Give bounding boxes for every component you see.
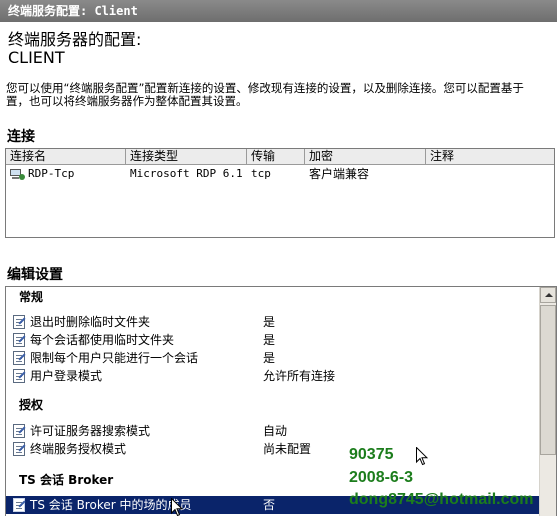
- vertical-scrollbar[interactable]: [539, 287, 556, 516]
- connection-type: Microsoft RDP 6.1: [130, 167, 243, 180]
- property-document-icon: [13, 424, 25, 438]
- setting-row-license-server-discovery[interactable]: 许可证服务器搜索模式 自动: [6, 422, 539, 440]
- setting-value: 否: [263, 498, 276, 512]
- setting-value: 尚未配置: [263, 442, 312, 456]
- setting-label: 用户登录模式: [30, 369, 103, 383]
- setting-row-temp-folder-per-session[interactable]: 每个会话都使用临时文件夹 是: [6, 331, 539, 349]
- network-connection-icon: [9, 168, 25, 180]
- mouse-pointer-icon: [416, 447, 428, 466]
- watermark-number: 90375: [349, 446, 394, 463]
- column-header-comment[interactable]: 注释: [426, 149, 554, 164]
- setting-row-delete-temp-on-exit[interactable]: 退出时删除临时文件夹 是: [6, 313, 539, 331]
- setting-label: 终端服务授权模式: [30, 442, 127, 456]
- scroll-up-arrow-icon[interactable]: [540, 287, 556, 303]
- settings-list: 常规 退出时删除临时文件夹 是 每个会话都使用临时文件夹 是 限制每个用户只能进…: [5, 286, 557, 516]
- setting-label: TS 会话 Broker 中的场的成员: [30, 498, 192, 512]
- mouse-pointer-icon: [171, 498, 183, 516]
- property-document-icon: [13, 442, 25, 456]
- server-name: CLIENT: [8, 48, 65, 67]
- window-title: 终端服务配置: Client: [0, 0, 557, 22]
- description: 您可以使用“终端服务配置”配置新连接的设置、修改现有连接的设置，以及删除连接。您…: [6, 82, 557, 108]
- setting-value: 允许所有连接: [263, 369, 336, 383]
- property-document-icon: [13, 498, 25, 512]
- edit-settings-section-title: 编辑设置: [7, 267, 63, 283]
- setting-label: 限制每个用户只能进行一个会话: [30, 351, 199, 365]
- column-header-connection-type[interactable]: 连接类型: [126, 149, 247, 164]
- setting-row-user-logon-mode[interactable]: 用户登录模式 允许所有连接: [6, 367, 539, 385]
- setting-value: 是: [263, 333, 276, 347]
- connections-table-header: 连接名 连接类型 传输 加密 注释: [6, 149, 554, 165]
- group-title-licensing: 授权: [19, 398, 44, 412]
- page-heading: 终端服务器的配置:: [8, 30, 142, 49]
- property-document-icon: [13, 369, 25, 383]
- setting-label: 退出时删除临时文件夹: [30, 315, 151, 329]
- setting-label: 许可证服务器搜索模式: [30, 424, 151, 438]
- connection-encryption: 客户端兼容: [309, 167, 370, 181]
- setting-row-ts-licensing-mode[interactable]: 终端服务授权模式 尚未配置: [6, 440, 539, 458]
- connection-row-rdp-tcp[interactable]: RDP-Tcp Microsoft RDP 6.1 tcp 客户端兼容: [6, 165, 554, 183]
- column-header-transport[interactable]: 传输: [247, 149, 305, 164]
- watermark-email: dong8745@hotmail.com: [349, 491, 534, 508]
- setting-value: 是: [263, 351, 276, 365]
- connection-transport: tcp: [251, 167, 271, 180]
- watermark-date: 2008-6-3: [349, 469, 414, 486]
- group-title-ts-session-broker: TS 会话 Broker: [19, 473, 114, 487]
- connections-table: 连接名 连接类型 传输 加密 注释 RDP-Tcp Microsoft RDP …: [5, 148, 555, 238]
- setting-value: 自动: [263, 424, 288, 438]
- column-header-encryption[interactable]: 加密: [305, 149, 426, 164]
- property-document-icon: [13, 333, 25, 347]
- connections-section-title: 连接: [7, 129, 35, 145]
- setting-row-single-session-per-user[interactable]: 限制每个用户只能进行一个会话 是: [6, 349, 539, 367]
- scrollbar-thumb[interactable]: [540, 305, 556, 455]
- connection-name: RDP-Tcp: [28, 167, 75, 180]
- setting-label: 每个会话都使用临时文件夹: [30, 333, 175, 347]
- description-line-2: 置，也可以将终端服务器作为整体配置其设置。: [6, 94, 248, 108]
- group-title-general: 常规: [19, 290, 44, 304]
- column-header-connection-name[interactable]: 连接名: [6, 149, 126, 164]
- property-document-icon: [13, 351, 25, 365]
- setting-value: 是: [263, 315, 276, 329]
- property-document-icon: [13, 315, 25, 329]
